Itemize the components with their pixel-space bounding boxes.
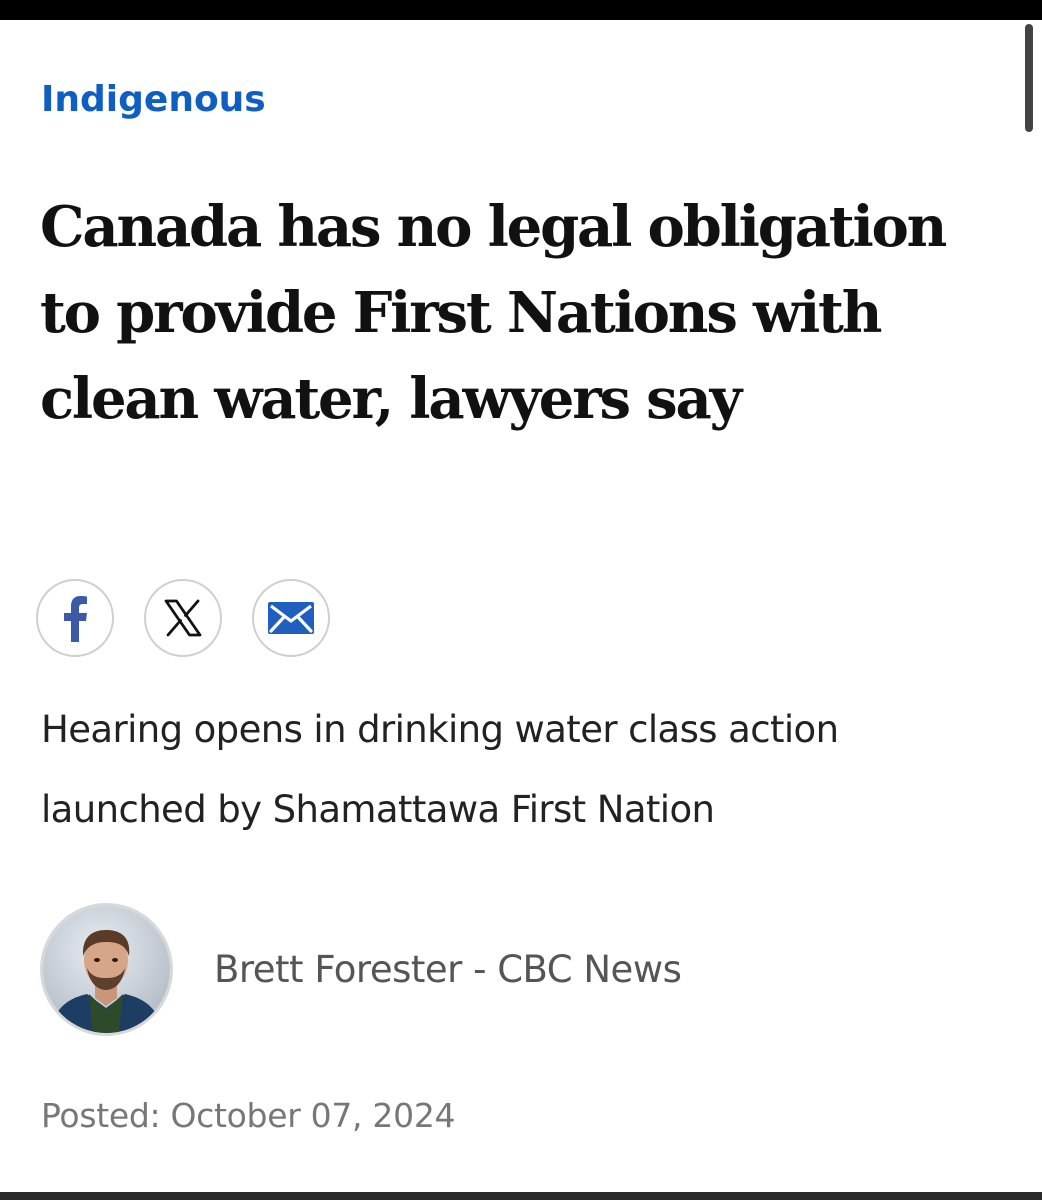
hero-image-edge xyxy=(0,1192,1042,1200)
byline-row: Brett Forester - CBC News xyxy=(40,903,682,1036)
scrollbar[interactable] xyxy=(1025,24,1033,132)
share-email-button[interactable] xyxy=(252,579,330,657)
x-icon xyxy=(164,599,202,637)
posted-date: Posted: October 07, 2024 xyxy=(41,1096,456,1135)
share-x-button[interactable] xyxy=(144,579,222,657)
share-row xyxy=(36,579,330,657)
author-byline[interactable]: Brett Forester - CBC News xyxy=(214,948,682,991)
email-icon xyxy=(268,602,314,634)
facebook-icon xyxy=(64,596,87,642)
share-facebook-button[interactable] xyxy=(36,579,114,657)
category-link[interactable]: Indigenous xyxy=(41,76,266,124)
article-dek: Hearing opens in drinking water class ac… xyxy=(41,708,839,831)
top-bar xyxy=(0,0,1042,20)
headline: Canada has no legal obligation to provid… xyxy=(40,194,947,432)
author-avatar[interactable] xyxy=(40,903,173,1036)
